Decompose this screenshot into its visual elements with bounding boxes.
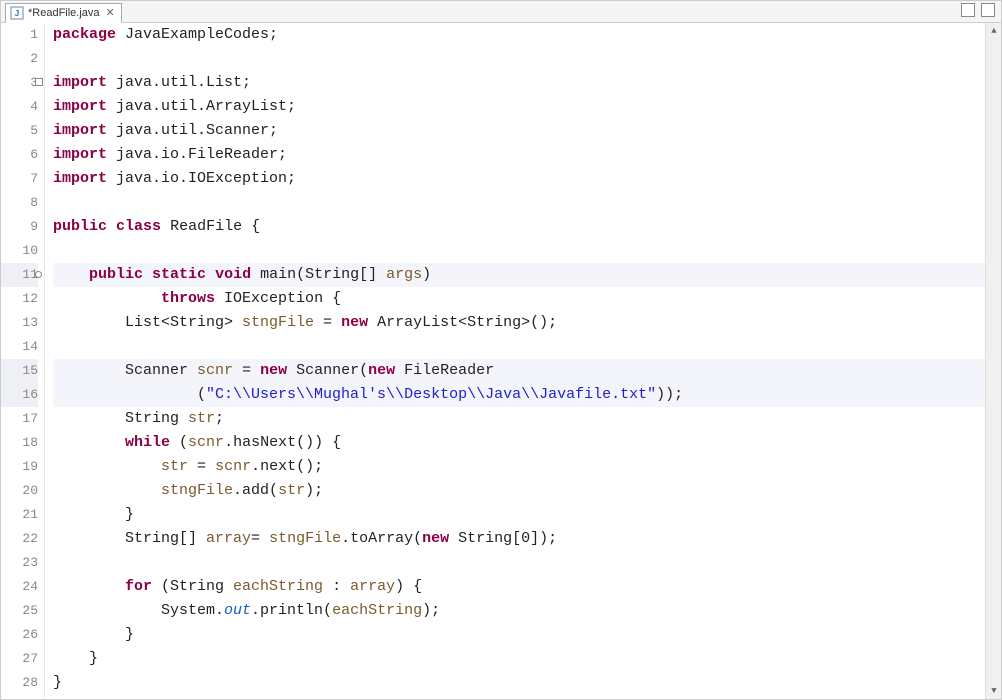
line-number: 18: [1, 431, 38, 455]
line-number: 17: [1, 407, 38, 431]
override-marker-icon[interactable]: [35, 271, 42, 278]
code-line[interactable]: Scanner scnr = new Scanner(new FileReade…: [53, 359, 985, 383]
line-number: 10: [1, 239, 38, 263]
code-line[interactable]: package JavaExampleCodes;: [53, 23, 985, 47]
code-line[interactable]: List<String> stngFile = new ArrayList<St…: [53, 311, 985, 335]
code-line[interactable]: public static void main(String[] args): [53, 263, 985, 287]
line-number: 22: [1, 527, 38, 551]
line-number: 26: [1, 623, 38, 647]
code-line[interactable]: import java.io.IOException;: [53, 167, 985, 191]
line-number: 9: [1, 215, 38, 239]
code-line[interactable]: String[] array= stngFile.toArray(new Str…: [53, 527, 985, 551]
code-line[interactable]: throws IOException {: [53, 287, 985, 311]
line-number: 23: [1, 551, 38, 575]
line-number: 12: [1, 287, 38, 311]
code-area[interactable]: package JavaExampleCodes; import java.uti…: [45, 23, 985, 699]
code-line[interactable]: ("C:\\Users\\Mughal's\\Desktop\\Java\\Ja…: [53, 383, 985, 407]
code-line[interactable]: [53, 239, 985, 263]
code-line[interactable]: }: [53, 671, 985, 695]
code-line[interactable]: str = scnr.next();: [53, 455, 985, 479]
line-number-gutter: 1234567891011121314151617181920212223242…: [1, 23, 45, 699]
line-number: 21: [1, 503, 38, 527]
close-icon[interactable]: ✕: [104, 6, 117, 19]
line-number: 11: [1, 263, 38, 287]
code-line[interactable]: [53, 47, 985, 71]
file-tab[interactable]: J *ReadFile.java ✕: [5, 3, 122, 23]
line-number: 8: [1, 191, 38, 215]
line-number: 3: [1, 71, 38, 95]
line-number: 15: [1, 359, 38, 383]
line-number: 7: [1, 167, 38, 191]
editor: 1234567891011121314151617181920212223242…: [1, 23, 1001, 699]
line-number: 1: [1, 23, 38, 47]
code-line[interactable]: public class ReadFile {: [53, 215, 985, 239]
java-file-icon: J: [10, 6, 24, 20]
line-number: 25: [1, 599, 38, 623]
code-line[interactable]: import java.util.List;: [53, 71, 985, 95]
scroll-track[interactable]: [986, 39, 1001, 683]
code-line[interactable]: [53, 335, 985, 359]
line-number: 19: [1, 455, 38, 479]
fold-marker-icon[interactable]: [35, 78, 43, 86]
code-line[interactable]: import java.io.FileReader;: [53, 143, 985, 167]
code-line[interactable]: System.out.println(eachString);: [53, 599, 985, 623]
line-number: 5: [1, 119, 38, 143]
toolbar-icons: [961, 3, 995, 17]
code-line[interactable]: import java.util.Scanner;: [53, 119, 985, 143]
code-line[interactable]: }: [53, 647, 985, 671]
code-line[interactable]: }: [53, 503, 985, 527]
vertical-scrollbar[interactable]: ▲ ▼: [985, 23, 1001, 699]
line-number: 13: [1, 311, 38, 335]
line-number: 24: [1, 575, 38, 599]
line-number: 6: [1, 143, 38, 167]
scroll-up-icon[interactable]: ▲: [986, 23, 1001, 39]
code-line[interactable]: while (scnr.hasNext()) {: [53, 431, 985, 455]
code-line[interactable]: [53, 551, 985, 575]
scroll-down-icon[interactable]: ▼: [986, 683, 1001, 699]
code-line[interactable]: for (String eachString : array) {: [53, 575, 985, 599]
line-number: 27: [1, 647, 38, 671]
line-number: 16: [1, 383, 38, 407]
code-line[interactable]: }: [53, 623, 985, 647]
code-line[interactable]: stngFile.add(str);: [53, 479, 985, 503]
line-number: 20: [1, 479, 38, 503]
line-number: 2: [1, 47, 38, 71]
tab-bar: J *ReadFile.java ✕: [1, 1, 1001, 23]
code-line[interactable]: [53, 191, 985, 215]
maximize-icon[interactable]: [981, 3, 995, 17]
line-number: 4: [1, 95, 38, 119]
code-line[interactable]: String str;: [53, 407, 985, 431]
minimize-icon[interactable]: [961, 3, 975, 17]
line-number: 28: [1, 671, 38, 695]
svg-text:J: J: [15, 9, 19, 18]
tab-label: *ReadFile.java: [28, 7, 100, 19]
line-number: 14: [1, 335, 38, 359]
code-line[interactable]: import java.util.ArrayList;: [53, 95, 985, 119]
